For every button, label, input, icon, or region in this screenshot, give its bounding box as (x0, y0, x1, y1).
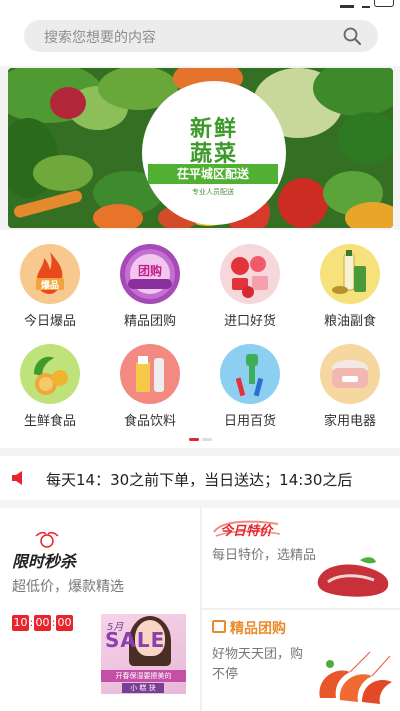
imported-goods-icon (220, 244, 280, 304)
page-dot-active (189, 438, 199, 441)
category-drinks[interactable]: 食品饮料 (100, 344, 200, 429)
shrimp-image (319, 651, 392, 704)
speaker-icon (12, 471, 22, 485)
group-buy-icon: 团购 (120, 244, 180, 304)
fresh-food-icon (20, 344, 80, 404)
grain-oil-icon (320, 244, 380, 304)
bag-icon (212, 620, 226, 633)
search-icon[interactable] (342, 26, 362, 46)
drinks-icon (120, 344, 180, 404)
category-grid: 爆品 今日爆品 团购 精品团购 进口好货 粮油副食 生鲜食品 食品饮料 日用百货… (0, 230, 400, 448)
ad-sale-text: SALE (105, 628, 166, 652)
timer-seconds: 00 (56, 615, 73, 631)
flash-sale-title: 限时秒杀 (12, 552, 77, 571)
category-hot-items[interactable]: 爆品 今日爆品 (0, 244, 100, 329)
notice-bar[interactable]: 每天14：30之前下单，当日送达；14:30之后 (0, 456, 400, 500)
category-daily-goods[interactable]: 日用百货 (200, 344, 300, 429)
promo-section: 限时秒杀 超低价，爆款精选 10:00:00 5月 SALE 开春保湿要擦美的 … (0, 508, 400, 711)
promo-banner[interactable]: 新鲜 蔬菜 茌平城区配送 专业人员配送 (8, 68, 393, 228)
category-grain-oil[interactable]: 粮油副食 (300, 244, 400, 329)
header: 搜索您想要的内容 (0, 8, 400, 66)
group-buy-card[interactable]: 精品团购 好物天天团，购 不停 (202, 610, 400, 711)
banner-tag: 茌平城区配送 (148, 164, 278, 184)
category-fresh-food[interactable]: 生鲜食品 (0, 344, 100, 429)
category-label: 精品团购 (123, 314, 176, 329)
category-label: 今日爆品 (23, 314, 76, 329)
category-imported[interactable]: 进口好货 (200, 244, 300, 329)
category-label: 家用电器 (323, 414, 376, 429)
page-indicator (0, 438, 400, 444)
category-appliance[interactable]: 家用电器 (300, 344, 400, 429)
status-bar (0, 0, 400, 8)
banner-subtext: 专业人员配送 (192, 188, 234, 196)
category-label: 日用百货 (223, 414, 276, 429)
category-label: 进口好货 (223, 314, 276, 329)
daily-special-title: 今日特价 (220, 524, 273, 539)
search-placeholder: 搜索您想要的内容 (44, 30, 156, 46)
group-buy-title: 精品团购 (230, 621, 286, 637)
hot-badge: 爆品 (40, 281, 59, 291)
signal-icon (340, 0, 354, 8)
alarm-clock-icon (35, 531, 59, 548)
category-label: 粮油副食 (323, 314, 376, 329)
category-label: 食品饮料 (123, 414, 176, 429)
daily-goods-icon (220, 344, 280, 404)
meat-image (317, 557, 389, 597)
page-dot (202, 438, 212, 441)
search-input[interactable]: 搜索您想要的内容 (24, 20, 378, 52)
fire-hot-icon: 爆品 (20, 244, 80, 304)
battery-icon (374, 0, 394, 7)
daily-special-card[interactable]: 今日特价 每日特价，选精品 (202, 508, 400, 610)
notice-text: 每天14：30之前下单，当日送达；14:30之后 (46, 471, 353, 489)
ad-caption: 开春保湿要擦美的 (101, 670, 186, 682)
category-label: 生鲜食品 (23, 414, 76, 429)
group-buy-subtitle-line1: 好物天天团，购 (212, 647, 304, 662)
daily-special-subtitle: 每日特价，选精品 (212, 548, 317, 563)
timer-hours: 10 (12, 615, 29, 631)
countdown-timer: 10:00:00 (12, 615, 73, 631)
flash-sale-card[interactable]: 限时秒杀 超低价，爆款精选 10:00:00 5月 SALE 开春保湿要擦美的 … (0, 508, 202, 711)
flash-sale-subtitle: 超低价，爆款精选 (12, 579, 124, 595)
appliance-icon (320, 344, 380, 404)
category-group-buy[interactable]: 团购 精品团购 (100, 244, 200, 329)
group-buy-subtitle-line2: 不停 (212, 667, 239, 682)
ad-caption-small: 小 糕 抉 (122, 683, 164, 693)
flash-sale-product-image[interactable]: 5月 SALE 开春保湿要擦美的 小 糕 抉 (101, 614, 186, 694)
timer-minutes: 00 (34, 615, 51, 631)
wifi-icon (362, 0, 370, 8)
group-badge: 团购 (137, 264, 162, 278)
